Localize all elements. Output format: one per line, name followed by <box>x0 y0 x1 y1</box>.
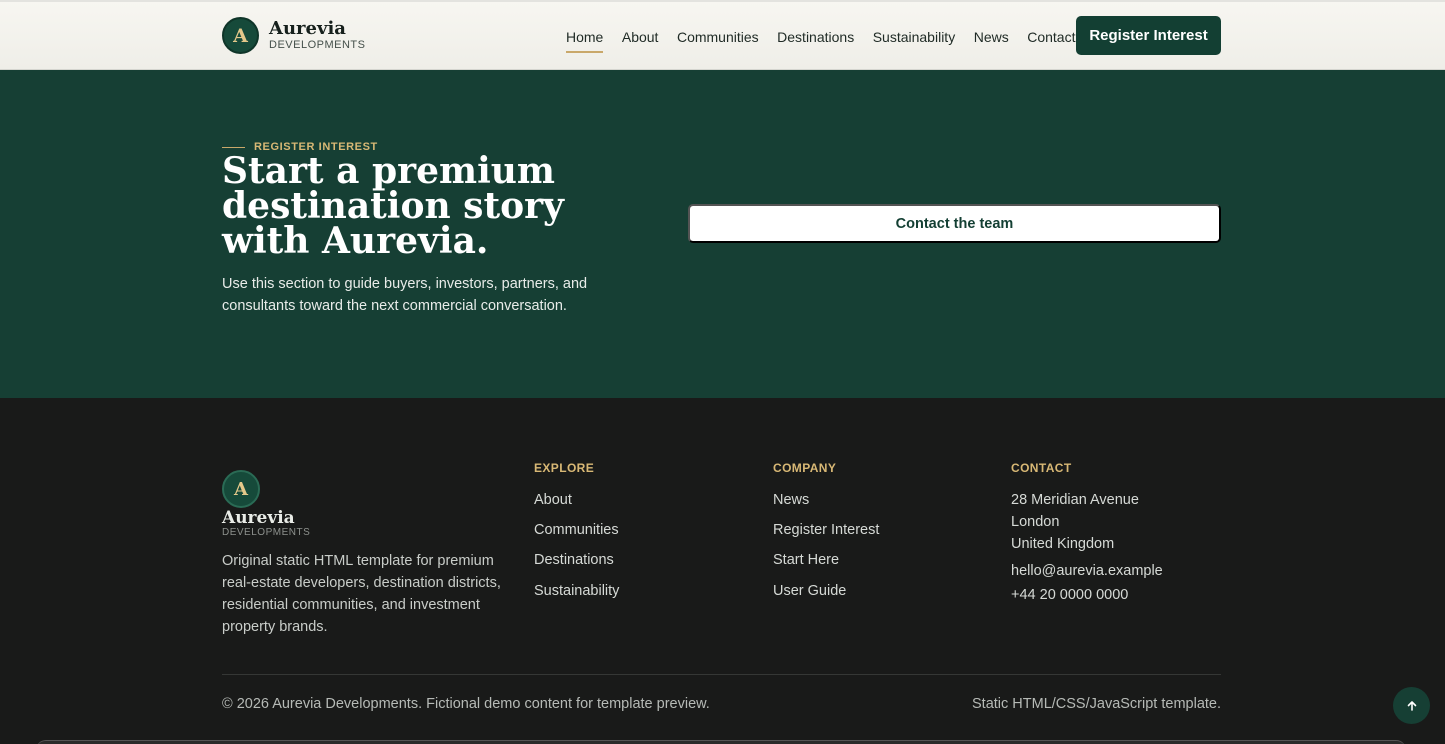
contact-phone-link[interactable]: +44 20 0000 0000 <box>1011 587 1163 603</box>
footer-link-communities[interactable]: Communities <box>534 521 619 551</box>
address-line: 28 Meridian Avenue <box>1011 492 1139 508</box>
nav-contact[interactable]: Contact <box>1027 29 1075 53</box>
tech-note: Static HTML/CSS/JavaScript template. <box>972 696 1221 712</box>
address-line: United Kingdom <box>1011 536 1115 552</box>
nav-news[interactable]: News <box>974 29 1009 53</box>
site-header: A Aurevia DEVELOPMENTS Home About Commun… <box>0 0 1445 70</box>
footer-link-sustainability[interactable]: Sustainability <box>534 582 619 612</box>
cta-title: Start a premium destination story with A… <box>222 150 564 262</box>
contact-address: 28 Meridian Avenue London United Kingdom <box>1011 489 1163 555</box>
nav-home[interactable]: Home <box>566 29 604 53</box>
contact-team-button[interactable]: Contact the team <box>688 204 1221 243</box>
register-cta-section: REGISTER INTEREST Start a premium destin… <box>0 70 1445 398</box>
eyebrow-line <box>222 146 245 148</box>
footer-link-news[interactable]: News <box>773 491 879 521</box>
bottom-dock-edge <box>36 740 1406 744</box>
nav-sustainability[interactable]: Sustainability <box>873 29 956 53</box>
address-line: London <box>1011 514 1060 530</box>
company-heading: COMPANY <box>773 461 837 475</box>
footer-brand-subtitle: DEVELOPMENTS <box>222 527 311 538</box>
footer-link-destinations[interactable]: Destinations <box>534 551 619 581</box>
arrow-up-icon <box>1407 700 1416 711</box>
footer-brand-name: Aurevia <box>222 508 295 528</box>
footer-divider <box>222 674 1221 675</box>
brand-text: Aurevia DEVELOPMENTS <box>269 20 365 51</box>
logo-mark: A <box>222 17 259 54</box>
back-to-top-button[interactable] <box>1393 687 1430 724</box>
footer-link-user-guide[interactable]: User Guide <box>773 582 879 612</box>
explore-heading: EXPLORE <box>534 461 595 475</box>
footer-logo-mark: A <box>222 470 260 508</box>
nav-communities[interactable]: Communities <box>677 29 759 53</box>
main-nav: Home About Communities Destinations Sust… <box>566 29 1094 53</box>
footer-link-about[interactable]: About <box>534 491 619 521</box>
footer-contact-column: CONTACT 28 Meridian Avenue London United… <box>1011 461 1163 603</box>
brand-name: Aurevia <box>269 18 346 39</box>
footer-explore-column: EXPLORE About Communities Destinations S… <box>534 461 619 612</box>
footer-link-register-interest[interactable]: Register Interest <box>773 521 879 551</box>
footer-link-start-here[interactable]: Start Here <box>773 551 879 581</box>
register-interest-button[interactable]: Register Interest <box>1076 16 1221 55</box>
copyright-text: © 2026 Aurevia Developments. Fictional d… <box>222 696 710 712</box>
contact-heading: CONTACT <box>1011 461 1072 475</box>
cta-description: Use this section to guide buyers, invest… <box>222 276 588 314</box>
nav-destinations[interactable]: Destinations <box>777 29 854 53</box>
footer-brand[interactable]: A Aurevia DEVELOPMENTS <box>222 470 310 539</box>
footer-company-column: COMPANY News Register Interest Start Her… <box>773 461 879 612</box>
nav-about[interactable]: About <box>622 29 659 53</box>
footer-description: Original static HTML template for premiu… <box>222 553 501 635</box>
brand-logo[interactable]: A Aurevia DEVELOPMENTS <box>222 17 365 54</box>
contact-email-link[interactable]: hello@aurevia.example <box>1011 563 1163 579</box>
brand-subtitle: DEVELOPMENTS <box>269 39 366 51</box>
